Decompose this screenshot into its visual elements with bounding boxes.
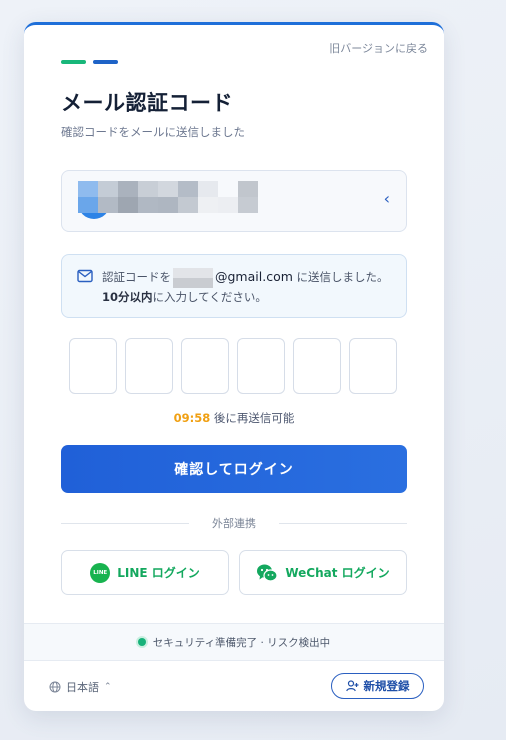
notice-suffix: に送信しました。 bbox=[292, 270, 389, 284]
line-login-label: LINE ログイン bbox=[117, 566, 200, 580]
status-dot-icon bbox=[137, 638, 146, 646]
otp-digit-3[interactable] bbox=[181, 338, 229, 394]
resend-timer: 09:58 後に再送信可能 bbox=[24, 410, 444, 426]
wechat-icon bbox=[257, 564, 278, 582]
security-status-bar: セキュリティ準備完了 · リスク検出中 bbox=[24, 623, 444, 661]
security-status-text: セキュリティ準備完了 · リスク検出中 bbox=[152, 636, 331, 649]
chevron-left-icon[interactable]: ‹ bbox=[384, 189, 390, 208]
login-card: 旧バージョンに戻る メール認証コード 確認コードをメールに送信しました ‹ 認証… bbox=[24, 22, 444, 711]
timer-countdown: 09:58 bbox=[173, 411, 211, 425]
notice-prefix: 認証コードを bbox=[102, 270, 171, 284]
wechat-login-button[interactable]: WeChat ログイン bbox=[239, 550, 407, 595]
mail-icon bbox=[77, 269, 93, 283]
notice-tail: に入力してください。 bbox=[152, 289, 267, 304]
line-icon: LINE bbox=[90, 562, 111, 583]
register-label: 新規登録 bbox=[363, 679, 410, 693]
code-sent-notice: 認証コードを @gmail.com に送信しました。 10分以内に入力してください。 bbox=[61, 254, 407, 318]
timer-label: 後に再送信可能 bbox=[210, 411, 295, 425]
confirm-login-button[interactable]: 確認してログイン bbox=[61, 445, 407, 493]
account-selector[interactable]: ‹ bbox=[61, 170, 407, 232]
step-dash-1 bbox=[61, 60, 86, 64]
redacted-email-user bbox=[173, 267, 213, 288]
notice-limit: 10分以内 bbox=[102, 289, 153, 304]
otp-digit-6[interactable] bbox=[349, 338, 397, 394]
redacted-account-info bbox=[78, 181, 298, 215]
line-login-button[interactable]: LINE LINE ログイン bbox=[61, 550, 229, 595]
back-to-old-version-link[interactable]: 旧バージョンに戻る bbox=[329, 40, 428, 56]
divider-line-right bbox=[279, 523, 407, 524]
step-indicator bbox=[61, 60, 118, 64]
globe-icon bbox=[49, 681, 61, 693]
page-title: メール認証コード bbox=[61, 91, 233, 115]
language-selector[interactable]: 日本語 ⌃ bbox=[49, 679, 112, 695]
add-user-icon bbox=[345, 680, 358, 692]
otp-input-group bbox=[69, 338, 397, 394]
otp-digit-1[interactable] bbox=[69, 338, 117, 394]
otp-digit-2[interactable] bbox=[125, 338, 173, 394]
register-button[interactable]: 新規登録 bbox=[331, 673, 424, 699]
notice-text: 認証コードを @gmail.com に送信しました。 10分以内に入力してください。 bbox=[102, 267, 392, 307]
page-subtitle: 確認コードをメールに送信しました bbox=[61, 125, 245, 139]
otp-digit-4[interactable] bbox=[237, 338, 285, 394]
external-divider: 外部連携 bbox=[61, 515, 407, 531]
language-label: 日本語 bbox=[66, 681, 99, 694]
chevron-up-icon: ⌃ bbox=[104, 682, 112, 692]
step-dash-2 bbox=[93, 60, 118, 64]
notice-email-domain: @gmail.com bbox=[215, 269, 293, 284]
wechat-login-label: WeChat ログイン bbox=[285, 566, 390, 580]
otp-digit-5[interactable] bbox=[293, 338, 341, 394]
